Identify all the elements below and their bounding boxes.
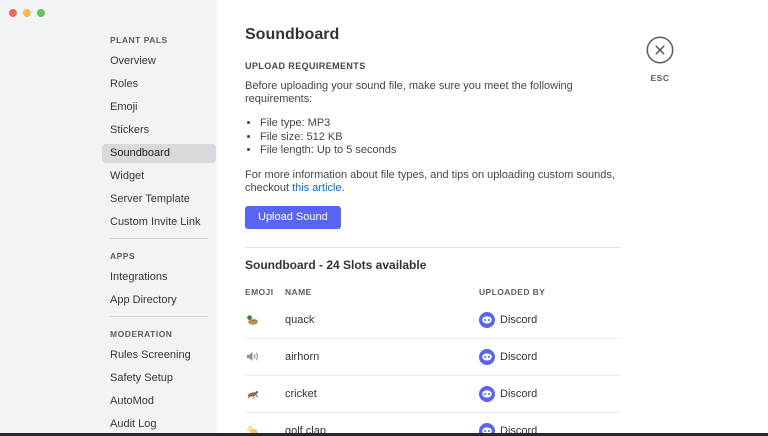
uploader-name: Discord xyxy=(500,387,538,400)
more-info-suffix: . xyxy=(341,181,345,194)
minimize-window-button[interactable] xyxy=(23,9,31,17)
discord-logo-icon xyxy=(479,348,495,365)
upload-requirement-item: File size: 512 KB xyxy=(260,131,621,145)
more-info-text: For more information about file types, a… xyxy=(245,169,621,195)
close-icon[interactable] xyxy=(646,36,674,64)
soundboard-slots-heading: Soundboard - 24 Slots available xyxy=(245,257,427,272)
close-window-button[interactable] xyxy=(9,9,17,17)
window-controls xyxy=(9,9,45,17)
soundboard-table: quack Discord airhorn Discord cricket Discord… xyxy=(245,302,621,436)
sidebar-item-roles[interactable]: Roles xyxy=(102,75,216,94)
duck-emoji-icon xyxy=(245,312,285,327)
this-article-link[interactable]: this article xyxy=(292,182,342,194)
uploader-name: Discord xyxy=(500,350,538,363)
sidebar-item-overview[interactable]: Overview xyxy=(102,52,216,71)
nav-section-header-apps: APPS xyxy=(110,251,136,261)
soundboard-row-cricket[interactable]: cricket Discord xyxy=(245,376,621,413)
sidebar-divider xyxy=(110,238,208,239)
sound-name: airhorn xyxy=(285,350,320,363)
zoom-window-button[interactable] xyxy=(37,9,45,17)
uploaded-by-cell: Discord xyxy=(479,348,621,365)
page-title: Soundboard xyxy=(245,26,340,43)
sidebar-item-server-template[interactable]: Server Template xyxy=(102,190,216,209)
sidebar-item-app-directory[interactable]: App Directory xyxy=(102,291,216,310)
discord-server-settings-window: PLANT PALS Overview Roles Emoji Stickers Soun… xyxy=(0,0,768,436)
soundboard-row-quack[interactable]: quack Discord xyxy=(245,302,621,339)
settings-nav: PLANT PALS Overview Roles Emoji Stickers Soun… xyxy=(102,33,216,436)
soundboard-table-header: EMOJI NAME UPLOADED BY xyxy=(245,287,621,297)
column-header-uploaded-by: UPLOADED BY xyxy=(479,286,546,297)
close-settings-button[interactable]: ESC xyxy=(644,36,676,83)
nav-section-header-moderation: MODERATION xyxy=(110,329,173,339)
sound-name: cricket xyxy=(285,387,317,400)
upload-requirement-item: File type: MP3 xyxy=(260,117,621,131)
sidebar-divider xyxy=(110,316,208,317)
discord-logo-icon xyxy=(479,311,495,328)
upload-requirement-item: File length: Up to 5 seconds xyxy=(260,144,621,158)
sidebar-item-custom-invite-link[interactable]: Custom Invite Link xyxy=(102,213,216,232)
settings-content: Soundboard UPLOAD REQUIREMENTS Before up… xyxy=(217,0,768,436)
sound-name: quack xyxy=(285,313,315,326)
discord-logo-icon xyxy=(479,385,495,402)
nav-section-header-plant-pals: PLANT PALS xyxy=(110,35,168,45)
sidebar-item-automod[interactable]: AutoMod xyxy=(102,392,216,411)
sidebar-item-integrations[interactable]: Integrations xyxy=(102,268,216,287)
column-header-name: NAME xyxy=(285,286,312,297)
speaker-emoji-icon xyxy=(245,349,285,364)
sidebar-item-emoji[interactable]: Emoji xyxy=(102,98,216,117)
sidebar-item-audit-log[interactable]: Audit Log xyxy=(102,415,216,434)
sidebar-item-stickers[interactable]: Stickers xyxy=(102,121,216,140)
soundboard-panel: Soundboard UPLOAD REQUIREMENTS Before up… xyxy=(245,26,621,436)
cricket-emoji-icon xyxy=(245,386,285,401)
settings-sidebar: PLANT PALS Overview Roles Emoji Stickers Soun… xyxy=(0,0,217,436)
section-divider xyxy=(245,246,621,248)
uploaded-by-cell: Discord xyxy=(479,385,621,402)
uploader-name: Discord xyxy=(500,313,538,326)
upload-sound-button[interactable]: Upload Sound xyxy=(245,205,341,229)
column-header-emoji: EMOJI xyxy=(245,286,274,297)
soundboard-row-airhorn[interactable]: airhorn Discord xyxy=(245,339,621,376)
sidebar-item-safety-setup[interactable]: Safety Setup xyxy=(102,369,216,388)
uploaded-by-cell: Discord xyxy=(479,311,621,328)
upload-requirements-list: File type: MP3File size: 512 KBFile leng… xyxy=(260,117,621,158)
upload-intro-text: Before uploading your sound file, make s… xyxy=(245,80,573,105)
upload-requirements-heading: UPLOAD REQUIREMENTS xyxy=(245,61,366,71)
sidebar-item-widget[interactable]: Widget xyxy=(102,167,216,186)
sidebar-item-soundboard[interactable]: Soundboard xyxy=(102,144,216,163)
esc-label: ESC xyxy=(650,73,670,83)
sidebar-item-rules-screening[interactable]: Rules Screening xyxy=(102,346,216,365)
